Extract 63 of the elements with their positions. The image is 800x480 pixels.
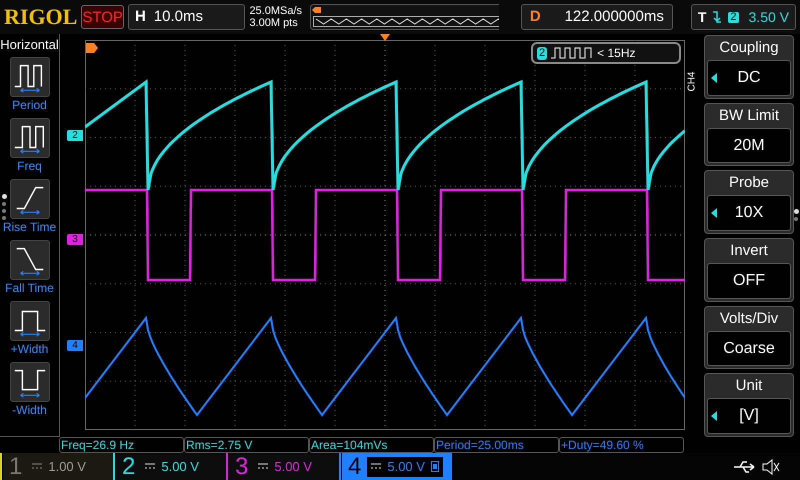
delay-value: 122.000000ms [564, 6, 664, 27]
channel-scale: 5.00 V [274, 458, 312, 476]
measure-item-button[interactable]: +Width [0, 301, 60, 358]
caret-left-icon [711, 208, 717, 218]
menu-option-button[interactable]: BW Limit 20M [704, 102, 794, 166]
speaker-muted-icon [762, 458, 780, 474]
dc-coupling-icon [371, 463, 382, 470]
trigger-source-badge: 2 [728, 12, 739, 22]
trigger-panel[interactable]: T 2 3.50 V [690, 4, 796, 30]
measure-item-button[interactable]: -Width [0, 362, 60, 419]
dc-coupling-icon [32, 463, 42, 470]
menu-title: Horizontal [0, 37, 59, 53]
measurement-readout: Rms=2.75 V [184, 437, 309, 453]
measure-item-button[interactable]: Fall Time [0, 240, 60, 297]
channel-number: 1 [9, 454, 22, 478]
measure-item-button[interactable]: Rise Time [0, 179, 60, 236]
channel-tab[interactable]: 2 5.00 V [116, 453, 226, 480]
timebase-panel[interactable]: H 10.0ms [128, 4, 246, 30]
channel-number: 4 [348, 454, 362, 478]
brand-logo: RIGOL [4, 6, 78, 28]
measurement-readout: +Duty=49.60 % [559, 437, 684, 453]
pulse-train-icon [551, 47, 594, 59]
dc-coupling-icon [258, 463, 268, 470]
menu-option-button[interactable]: Invert OFF [704, 238, 794, 302]
menu-option-button[interactable]: Probe 10X [704, 170, 794, 234]
measurement-readout: Freq=26.9 Hz [59, 437, 184, 453]
caret-left-icon [711, 72, 717, 83]
sample-rate: 25.0MSa/s [249, 5, 304, 17]
measurement-readout: Period=25.00ms [434, 437, 559, 453]
channel-tab[interactable]: 3 5.00 V [229, 453, 339, 480]
horizontal-label: H [134, 6, 146, 27]
measurement-readout: Area=104mVs [309, 437, 434, 453]
menu-option-button[interactable]: Volts/Div Coarse [704, 306, 794, 370]
channel-marker: 3 [67, 234, 83, 245]
usb-icon [734, 460, 756, 472]
channel-marker: 4 [67, 340, 83, 351]
trigger-level-marker-icon [86, 43, 98, 53]
channel-marker: 2 [67, 130, 83, 141]
channel-tab[interactable]: 1 1.00 V [3, 453, 113, 480]
channel-label: CH4 [686, 72, 698, 92]
delay-panel[interactable]: D 122.000000ms [520, 4, 673, 30]
probe-icon [430, 461, 439, 472]
caret-left-icon [711, 411, 717, 422]
measure-item-button[interactable]: Period [0, 57, 60, 114]
measure-item-button[interactable]: Freq [0, 118, 60, 175]
menu-option-button[interactable]: Coupling DC [704, 35, 794, 99]
channel-scale: 1.00 V [48, 458, 86, 476]
delay-label: D [530, 6, 542, 27]
trigger-level: 3.50 V [748, 8, 789, 26]
channel-scale: 5.00 V [387, 458, 425, 476]
falling-edge-icon [712, 10, 722, 24]
dc-coupling-icon [145, 463, 156, 470]
channel-tab[interactable]: 4 5.00 V [342, 453, 452, 480]
run-state-button[interactable]: STOP [81, 5, 124, 29]
menu-option-button[interactable]: Unit [V] [704, 373, 794, 438]
channel-number: 2 [122, 454, 136, 478]
trigger-label: T [698, 8, 706, 26]
trigger-condition: < 15Hz [597, 45, 636, 62]
trigger-source-badge: 2 [537, 46, 548, 60]
channel-number: 3 [235, 454, 248, 478]
memory-depth: 3.00M pts [249, 17, 299, 29]
timebase-value: 10.0ms [154, 6, 203, 27]
channel-scale: 5.00 V [161, 458, 199, 476]
